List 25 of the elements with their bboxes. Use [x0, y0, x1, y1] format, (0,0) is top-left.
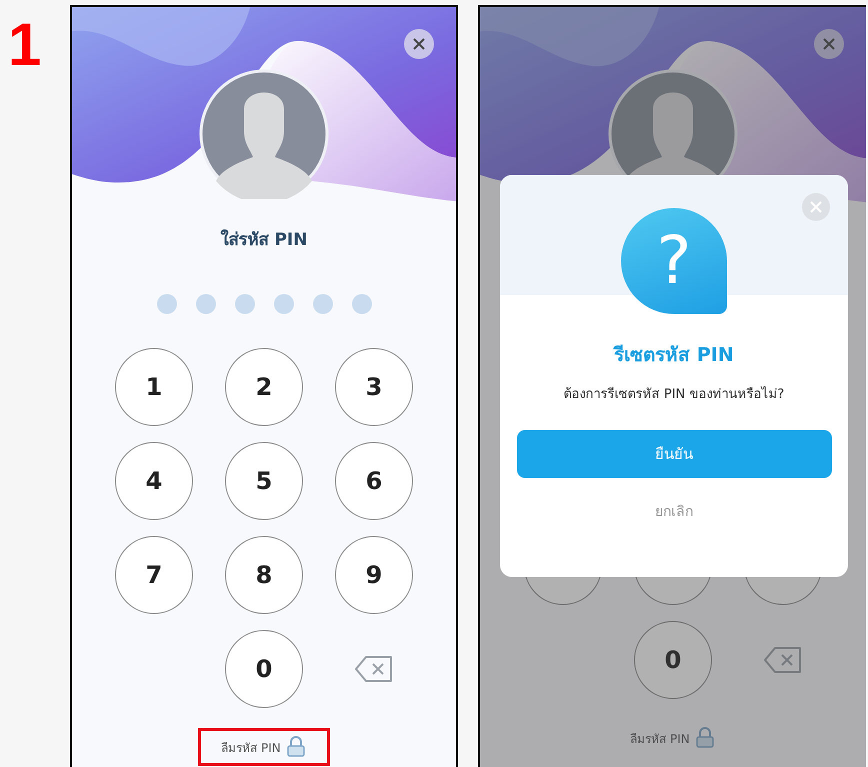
step-number: 1 — [7, 10, 42, 75]
keypad-key[interactable]: 1 — [115, 348, 193, 426]
backspace-icon[interactable] — [354, 655, 394, 683]
keypad-key[interactable]: 2 — [225, 348, 303, 426]
keypad-key[interactable]: 5 — [225, 442, 303, 520]
close-icon — [810, 201, 822, 213]
lock-icon — [694, 727, 716, 749]
screen-title: ใส่รหัส PIN — [220, 228, 308, 252]
backspace-icon[interactable] — [763, 646, 803, 674]
keypad-key[interactable]: 7 — [115, 536, 193, 614]
keypad-key[interactable]: 0 — [634, 621, 712, 699]
close-icon — [822, 37, 836, 51]
keypad-key[interactable]: 4 — [115, 442, 193, 520]
forgot-pin-link[interactable]: ลืมรหัส PIN — [198, 728, 330, 766]
dialog-title: รีเซตรหัส PIN — [614, 343, 734, 368]
keypad-key[interactable]: 8 — [225, 536, 303, 614]
close-icon — [412, 37, 426, 51]
question-mark: ? — [656, 228, 692, 294]
keypad-key[interactable]: 9 — [335, 536, 413, 614]
dialog-message: ต้องการรีเซตรหัส PIN ของท่านหรือไม่? — [564, 385, 784, 404]
keypad-key[interactable]: 6 — [335, 442, 413, 520]
keypad-key[interactable]: 3 — [335, 348, 413, 426]
lock-icon — [284, 736, 307, 758]
forgot-pin-link[interactable]: ลืมรหัส PIN — [607, 719, 739, 757]
keypad-key[interactable]: 0 — [225, 630, 303, 708]
